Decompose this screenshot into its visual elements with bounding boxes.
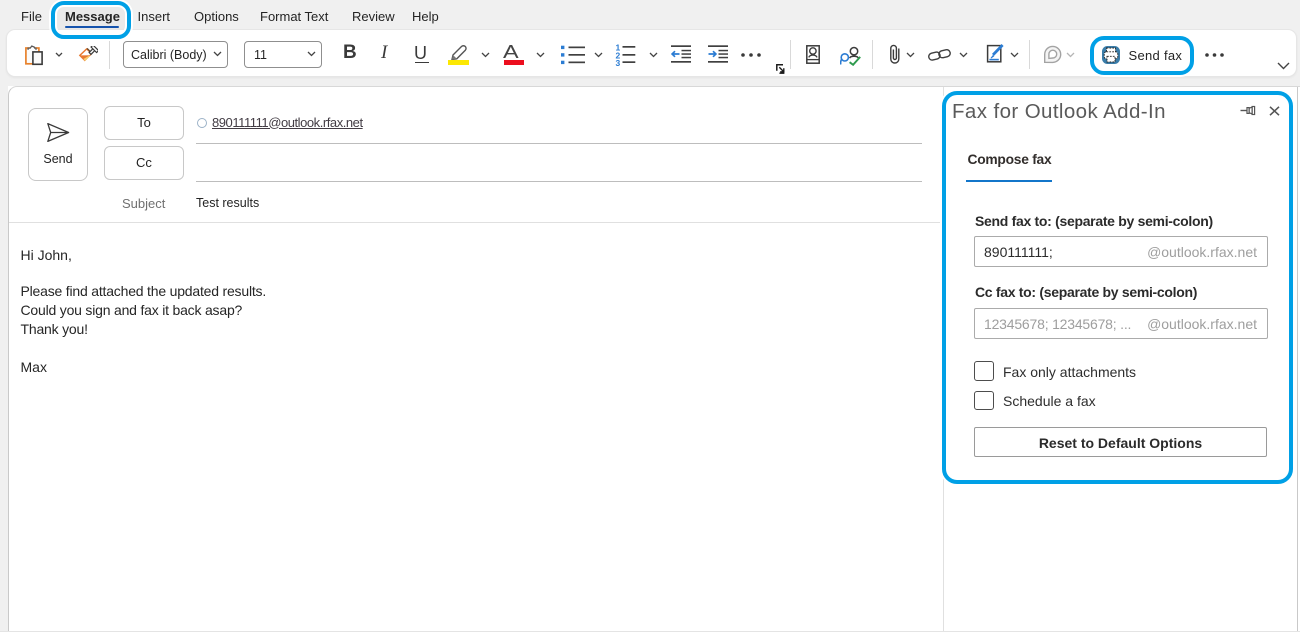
svg-text:3: 3 <box>616 58 621 66</box>
